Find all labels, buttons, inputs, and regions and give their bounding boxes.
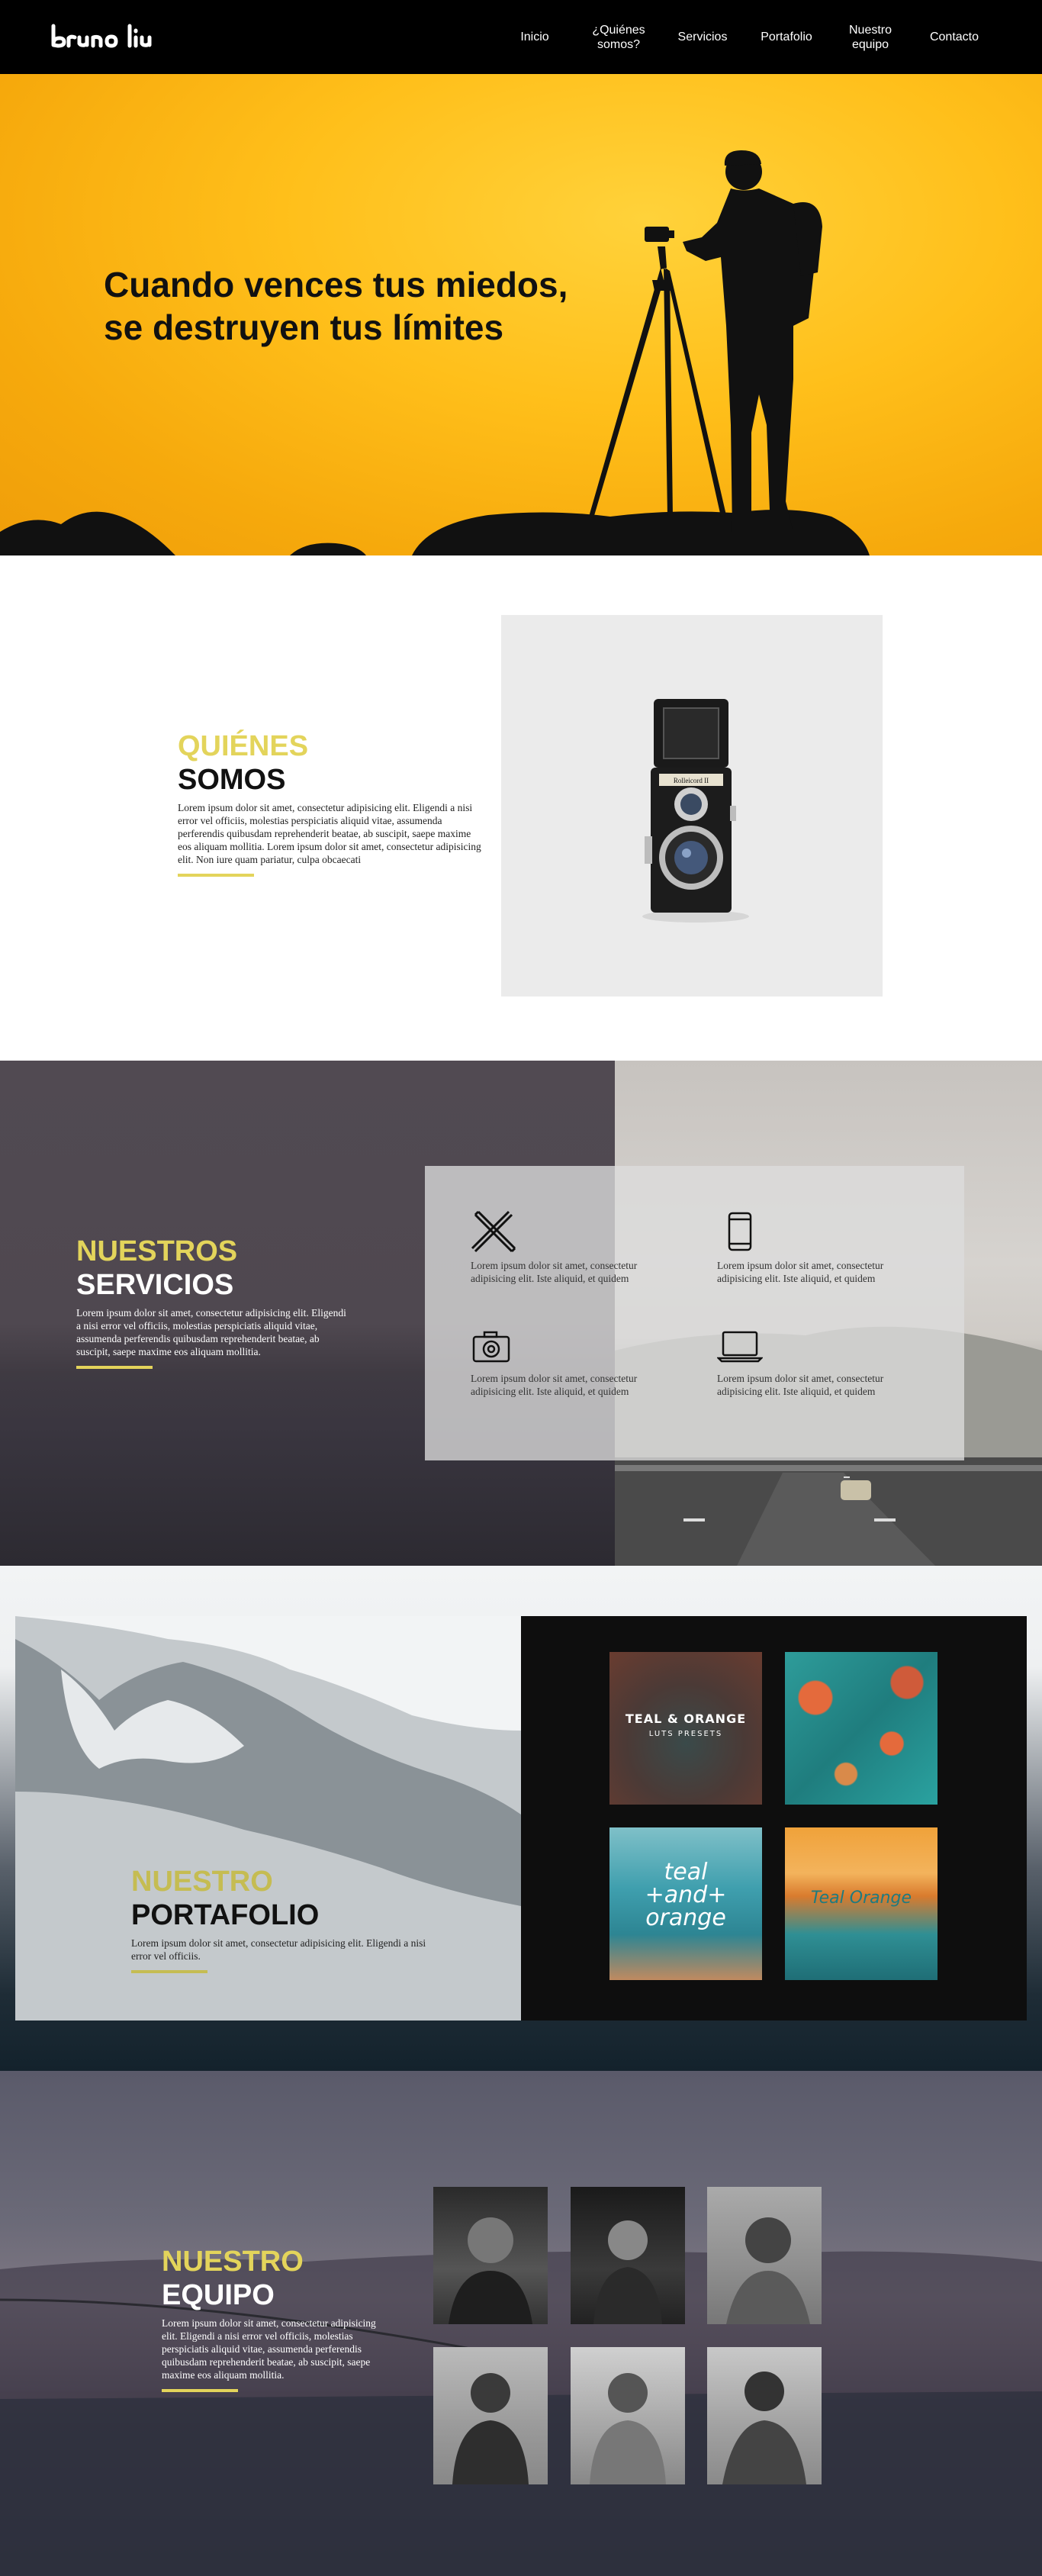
team-member-1[interactable] bbox=[433, 2187, 548, 2324]
portfolio-tile-3[interactable]: teal +and+ orange bbox=[609, 1827, 762, 1980]
member-photo bbox=[449, 2217, 532, 2324]
team-title-accent: NUESTRO bbox=[162, 2246, 304, 2278]
team-section: NUESTRO EQUIPO Lorem ipsum dolor sit ame… bbox=[0, 2071, 1042, 2576]
tile-1-subtitle: LUTS PRESETS bbox=[648, 1730, 723, 1738]
member-photo bbox=[452, 2373, 529, 2484]
portfolio-body: Lorem ipsum dolor sit amet, consectetur … bbox=[131, 1937, 426, 1962]
services-body: Lorem ipsum dolor sit amet, consectetur … bbox=[76, 1307, 346, 1357]
vintage-camera-image: Rolleicord II bbox=[501, 615, 883, 997]
smartphone-icon bbox=[728, 1212, 752, 1251]
nav-servicios[interactable]: Servicios bbox=[661, 30, 745, 44]
team-body: Lorem ipsum dolor sit amet, consectetur … bbox=[162, 2317, 376, 2381]
camera-icon bbox=[472, 1331, 510, 1363]
about-section: QUIÉNES SOMOS Lorem ipsum dolor sit amet… bbox=[0, 555, 1042, 1061]
team-member-5[interactable] bbox=[571, 2347, 685, 2484]
service-item-design[interactable]: Lorem ipsum dolor sit amet, consectetur … bbox=[471, 1210, 684, 1285]
service-text-design: Lorem ipsum dolor sit amet, consectetur … bbox=[471, 1260, 638, 1284]
about-text-block: QUIÉNES SOMOS Lorem ipsum dolor sit amet… bbox=[178, 729, 483, 877]
member-photo bbox=[593, 2220, 662, 2324]
team-text-block: NUESTRO EQUIPO Lorem ipsum dolor sit ame… bbox=[162, 2245, 383, 2392]
services-section: NUESTROS SERVICIOS Lorem ipsum dolor sit… bbox=[0, 1061, 1042, 1566]
tile-4-title: Teal Orange bbox=[810, 1889, 912, 1908]
services-underline bbox=[76, 1366, 153, 1369]
portfolio-section: NUESTRO PORTAFOLIO Lorem ipsum dolor sit… bbox=[0, 1566, 1042, 2071]
team-member-4[interactable] bbox=[433, 2347, 548, 2484]
camera-brand-label: Rolleicord II bbox=[674, 777, 709, 784]
member-photo bbox=[722, 2372, 806, 2484]
nav-contacto[interactable]: Contacto bbox=[912, 30, 996, 44]
portfolio-mountain-panel: NUESTRO PORTAFOLIO Lorem ipsum dolor sit… bbox=[15, 1616, 521, 2021]
services-card: Lorem ipsum dolor sit amet, consectetur … bbox=[425, 1166, 964, 1460]
about-body: Lorem ipsum dolor sit amet, consectetur … bbox=[178, 802, 481, 865]
portfolio-title-main: PORTAFOLIO bbox=[131, 1899, 320, 1931]
team-member-2[interactable] bbox=[571, 2187, 685, 2324]
about-title-accent: QUIÉNES bbox=[178, 730, 309, 762]
service-item-mobile[interactable]: Lorem ipsum dolor sit amet, consectetur … bbox=[717, 1210, 931, 1285]
service-text-web: Lorem ipsum dolor sit amet, consectetur … bbox=[717, 1373, 884, 1397]
portfolio-tile-1[interactable]: TEAL & ORANGE LUTS PRESETS bbox=[609, 1652, 762, 1805]
tile-3-title: teal +and+ orange bbox=[645, 1859, 727, 1931]
service-item-photo[interactable]: Lorem ipsum dolor sit amet, consectetur … bbox=[471, 1323, 684, 1398]
design-tools-icon bbox=[471, 1210, 516, 1253]
team-member-6[interactable] bbox=[707, 2347, 822, 2484]
service-text-mobile: Lorem ipsum dolor sit amet, consectetur … bbox=[717, 1260, 884, 1284]
member-photo bbox=[726, 2217, 810, 2324]
nav-inicio[interactable]: Inicio bbox=[493, 30, 577, 44]
tile-1-title: TEAL & ORANGE bbox=[625, 1711, 747, 1726]
portfolio-underline bbox=[131, 1970, 207, 1973]
service-text-photo: Lorem ipsum dolor sit amet, consectetur … bbox=[471, 1373, 638, 1397]
member-photo bbox=[590, 2373, 666, 2484]
team-underline bbox=[162, 2389, 238, 2392]
service-item-web[interactable]: Lorem ipsum dolor sit amet, consectetur … bbox=[717, 1323, 931, 1398]
services-title-accent: NUESTROS bbox=[76, 1235, 238, 1267]
about-underline bbox=[178, 874, 254, 877]
portfolio-gallery-panel: TEAL & ORANGE LUTS PRESETS teal +and+ or… bbox=[521, 1616, 1027, 2021]
vintage-camera-photo: Rolleicord II bbox=[501, 615, 883, 997]
team-title-main: EQUIPO bbox=[162, 2279, 275, 2311]
laptop-icon bbox=[717, 1331, 763, 1363]
main-menu: Inicio ¿Quiénes somos? Servicios Portafo… bbox=[493, 0, 996, 74]
portfolio-tile-2[interactable] bbox=[785, 1652, 937, 1805]
top-navbar: Inicio ¿Quiénes somos? Servicios Portafo… bbox=[0, 0, 1042, 74]
team-member-3[interactable] bbox=[707, 2187, 822, 2324]
portfolio-tile-4[interactable]: Teal Orange bbox=[785, 1827, 937, 1980]
nav-quienes-somos[interactable]: ¿Quiénes somos? bbox=[577, 23, 661, 52]
portfolio-title-accent: NUESTRO bbox=[131, 1866, 273, 1898]
services-title-main: SERVICIOS bbox=[76, 1269, 234, 1301]
portfolio-text-block: NUESTRO PORTAFOLIO Lorem ipsum dolor sit… bbox=[131, 1865, 436, 1973]
nav-nuestro-equipo[interactable]: Nuestro equipo bbox=[828, 23, 912, 52]
hero-banner: Cuando vences tus miedos, se destruyen t… bbox=[0, 74, 1042, 555]
brand-logo[interactable] bbox=[50, 21, 172, 52]
about-title-main: SOMOS bbox=[178, 764, 286, 796]
hero-headline: Cuando vences tus miedos, se destruyen t… bbox=[104, 265, 568, 347]
services-text-block: NUESTROS SERVICIOS Lorem ipsum dolor sit… bbox=[76, 1235, 351, 1369]
nav-portafolio[interactable]: Portafolio bbox=[745, 30, 828, 44]
